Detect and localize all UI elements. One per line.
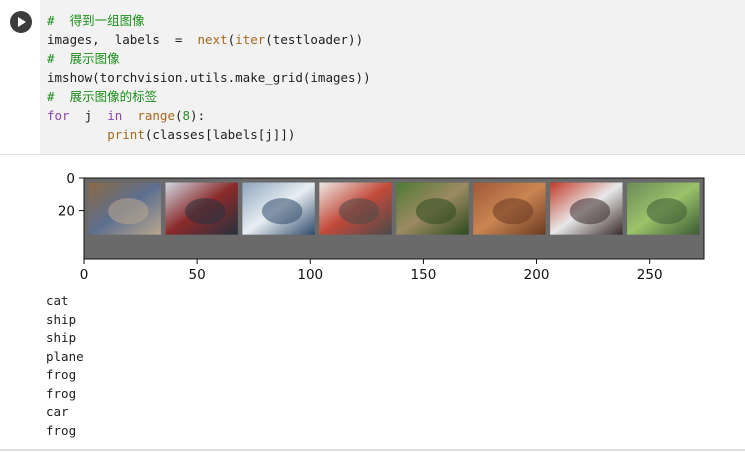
image-tile-plane — [319, 182, 392, 235]
code-line: for j in range(8): — [47, 106, 205, 125]
image-tile-ship — [242, 182, 315, 235]
output-line: frog — [46, 385, 77, 401]
code-token: ): — [190, 108, 206, 123]
code-token: ( — [174, 108, 183, 123]
code-line: # 展示图像的标签 — [47, 87, 157, 106]
image-tile-car — [550, 182, 623, 235]
image-tile-frog — [396, 182, 469, 235]
image-subject — [415, 198, 457, 225]
image-subject — [646, 198, 688, 225]
output-line: car — [46, 404, 69, 419]
image-grid-plot: 0 50 100 150 200 250 0 20 — [58, 171, 705, 283]
image-subject — [569, 198, 611, 225]
code-token: next — [197, 32, 228, 47]
code-token: print — [107, 127, 145, 142]
output-line: plane — [46, 348, 84, 364]
image-tile-frog — [473, 182, 546, 235]
output-line: cat — [46, 293, 69, 308]
x-tick-label: 200 — [524, 267, 550, 283]
run-cell-button[interactable] — [10, 11, 32, 33]
code-token: # 得到一组图像 — [47, 13, 145, 28]
code-line: imshow(torchvision.utils.make_grid(image… — [47, 68, 371, 87]
image-tile-cat — [88, 182, 161, 235]
notebook-cell: # 得到一组图像 images, labels = next(iter(testl… — [0, 0, 745, 453]
x-tick-label: 0 — [80, 267, 89, 283]
code-token: # 展示图像 — [47, 51, 120, 66]
play-icon — [18, 17, 26, 27]
image-tile-frog — [627, 182, 700, 235]
code-token: 8 — [182, 108, 191, 123]
print-output: cat ship ship plane frog frog car frog — [46, 292, 84, 440]
code-token: range — [137, 108, 175, 123]
code-token: iter — [235, 32, 266, 47]
cell-bottom-border — [0, 449, 745, 451]
output-line: ship — [46, 311, 77, 327]
code-token: # 展示图像的标签 — [47, 89, 158, 104]
output-line: ship — [46, 330, 77, 345]
output-line: frog — [46, 367, 77, 382]
code-token: (testloader)) — [265, 32, 364, 47]
code-line: # 展示图像 — [47, 49, 120, 68]
code-line: images, labels = next(iter(testloader)) — [47, 30, 363, 49]
code-token: j — [69, 108, 108, 123]
x-tick-label: 50 — [189, 267, 206, 283]
image-subject — [108, 198, 149, 225]
image-subject — [492, 198, 534, 225]
output-line: frog — [46, 422, 77, 438]
x-tick-label: 250 — [637, 267, 663, 283]
image-subject — [338, 198, 380, 225]
code-line: # 得到一组图像 — [47, 11, 145, 30]
y-tick-label: 20 — [58, 204, 75, 220]
code-token: images, labels = — [47, 32, 198, 47]
code-token: (classes[labels[j]]) — [144, 127, 296, 142]
image-tile-ship — [165, 182, 238, 235]
x-tick-label: 100 — [297, 267, 323, 283]
image-subject — [261, 198, 303, 225]
y-tick-label: 0 — [66, 171, 75, 187]
code-token: in — [107, 108, 123, 123]
image-subject — [185, 198, 226, 225]
code-token: imshow(torchvision.utils.make_grid(image… — [47, 70, 371, 85]
x-tick-label: 150 — [411, 267, 437, 283]
code-token: for — [47, 108, 70, 123]
output-divider — [0, 154, 745, 155]
code-line: print(classes[labels[j]]) — [47, 125, 295, 144]
